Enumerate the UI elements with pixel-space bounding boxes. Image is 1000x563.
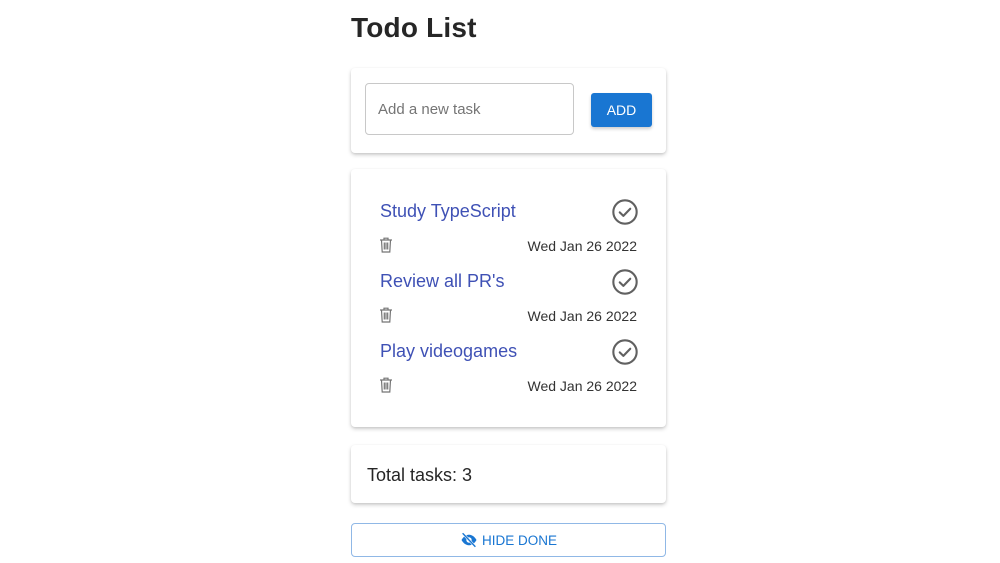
trash-icon[interactable] (379, 377, 393, 393)
task-name[interactable]: Study TypeScript (380, 201, 516, 222)
page-title: Todo List (351, 12, 477, 43)
add-task-card: ADD (351, 68, 666, 153)
check-circle-icon[interactable] (611, 268, 639, 296)
check-circle-icon[interactable] (611, 198, 639, 226)
task-date: Wed Jan 26 2022 (527, 378, 638, 394)
task-list-card: Study TypeScript Wed Jan 26 2022 Review … (351, 169, 666, 427)
add-task-button[interactable]: ADD (591, 93, 652, 127)
task-name[interactable]: Review all PR's (380, 271, 504, 292)
task-item: Review all PR's Wed Jan 26 2022 (351, 239, 666, 324)
eye-off-icon (461, 532, 477, 548)
total-tasks-label: Total tasks: 3 (367, 465, 473, 485)
task-name[interactable]: Play videogames (380, 341, 517, 362)
new-task-input[interactable] (365, 83, 574, 135)
hide-done-button[interactable]: HIDE DONE (351, 523, 666, 557)
task-item: Play videogames Wed Jan 26 2022 (351, 309, 666, 394)
hide-done-label: HIDE DONE (481, 532, 557, 548)
task-item: Study TypeScript Wed Jan 26 2022 (351, 169, 666, 254)
check-circle-icon[interactable] (611, 338, 639, 366)
total-tasks-card: Total tasks: 3 (351, 445, 666, 503)
